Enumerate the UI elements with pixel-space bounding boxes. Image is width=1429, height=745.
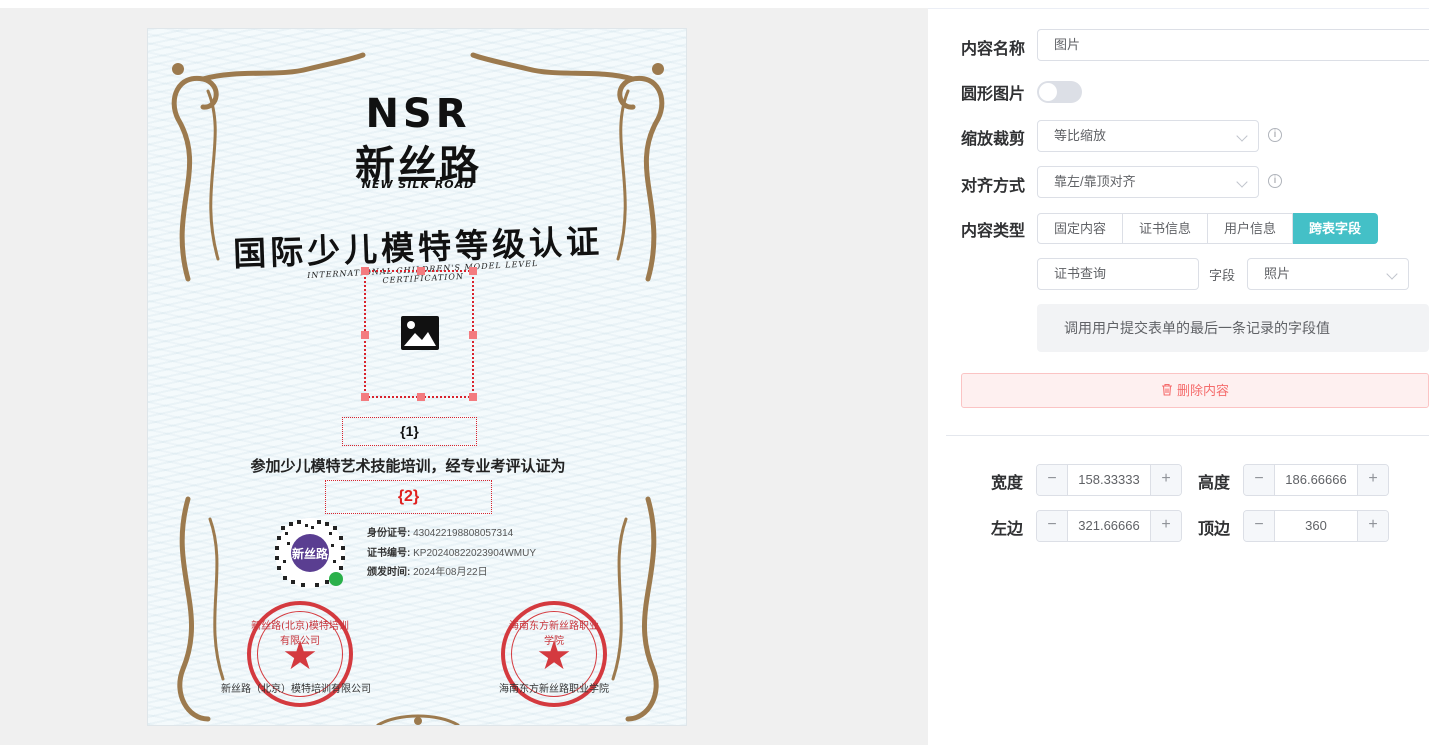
resize-handle-ml[interactable]: [361, 331, 369, 339]
field-select[interactable]: 照片: [1247, 258, 1409, 290]
height-stepper: − 186.66666 +: [1243, 464, 1389, 496]
resize-handle-bm[interactable]: [417, 393, 425, 401]
height-increment-button[interactable]: +: [1357, 465, 1388, 495]
left-label: 左边: [991, 519, 1024, 538]
top-input[interactable]: 360: [1275, 511, 1357, 541]
content-type-cert-info[interactable]: 证书信息: [1123, 213, 1209, 244]
width-input[interactable]: 158.33333: [1068, 465, 1150, 495]
seal-star-icon: ★: [536, 634, 572, 678]
cert-number-line: 证书编号: KP20240822023904WMUY: [367, 544, 536, 559]
info-icon[interactable]: i: [1268, 174, 1282, 188]
width-label: 宽度: [991, 473, 1024, 492]
height-label: 高度: [1198, 473, 1231, 492]
logo-subtitle: NEW SILK ROAD: [361, 178, 475, 191]
seal-star-icon: ★: [282, 634, 318, 678]
resize-handle-br[interactable]: [469, 393, 477, 401]
align-label: 对齐方式: [961, 176, 1026, 195]
content-name-label: 内容名称: [961, 39, 1026, 58]
top-stepper: − 360 +: [1243, 510, 1389, 542]
canvas-area: NSR 新丝路 NEW SILK ROAD 国际少儿模特等级认证 INTERNA…: [0, 0, 928, 745]
align-select[interactable]: 靠左/靠顶对齐: [1037, 166, 1259, 198]
id-number-value: 430422198808057314: [413, 528, 514, 539]
resize-handle-tl[interactable]: [361, 267, 369, 275]
photo-placeholder-selected[interactable]: [361, 267, 477, 401]
content-type-label: 内容类型: [961, 221, 1026, 240]
id-number-label: 身份证号:: [367, 528, 411, 539]
width-decrement-button[interactable]: −: [1037, 465, 1068, 495]
delete-content-button[interactable]: 删除内容: [961, 373, 1429, 408]
seal-caption-beijing: 新丝路（北京）模特培训有限公司: [221, 684, 371, 695]
height-input[interactable]: 186.66666: [1275, 465, 1357, 495]
chevron-down-icon: [1386, 268, 1398, 280]
left-decrement-button[interactable]: −: [1037, 511, 1068, 541]
chevron-down-icon: [1236, 130, 1248, 142]
cert-number-label: 证书编号:: [367, 548, 411, 559]
section-divider: [946, 435, 1429, 436]
issue-date-line: 颁发时间: 2024年08月22日: [367, 563, 488, 578]
canvas-top-strip: [0, 0, 928, 8]
properties-panel: 内容名称 图片 圆形图片 缩放裁剪 等比缩放 i 对齐方式 靠左/靠顶对齐 i …: [928, 0, 1429, 745]
field-label: 字段: [1209, 268, 1236, 283]
resize-handle-tm[interactable]: [417, 267, 425, 275]
left-stepper: − 321.66666 +: [1036, 510, 1182, 542]
logo-nsr: NSR: [365, 91, 471, 137]
top-label: 顶边: [1198, 519, 1231, 538]
placeholder-field-2[interactable]: {2}: [325, 480, 492, 514]
toggle-knob: [1039, 83, 1057, 101]
round-image-label: 圆形图片: [961, 84, 1026, 103]
round-image-toggle[interactable]: [1037, 81, 1082, 103]
chevron-down-icon: [1236, 176, 1248, 188]
content-type-group: 固定内容 证书信息 用户信息 跨表字段: [1037, 213, 1379, 244]
svg-text:新丝路: 新丝路: [292, 546, 329, 561]
content-name-input[interactable]: 图片: [1037, 29, 1429, 61]
content-type-fixed[interactable]: 固定内容: [1037, 213, 1124, 244]
resize-handle-mr[interactable]: [469, 331, 477, 339]
id-number-line: 身份证号: 430422198808057314: [367, 524, 513, 539]
height-decrement-button[interactable]: −: [1244, 465, 1275, 495]
top-decrement-button[interactable]: −: [1244, 511, 1275, 541]
scale-crop-value: 等比缩放: [1054, 128, 1107, 143]
content-type-cross-table[interactable]: 跨表字段: [1293, 213, 1379, 244]
certificate-body-text: 参加少儿模特艺术技能培训，经专业考评认证为: [250, 458, 566, 475]
left-increment-button[interactable]: +: [1150, 511, 1181, 541]
top-increment-button[interactable]: +: [1357, 511, 1388, 541]
scale-crop-label: 缩放裁剪: [961, 129, 1026, 148]
resize-handle-bl[interactable]: [361, 393, 369, 401]
delete-content-label: 删除内容: [1176, 383, 1229, 398]
content-type-user-info[interactable]: 用户信息: [1208, 213, 1294, 244]
cert-number-value: KP20240822023904WMUY: [413, 548, 536, 559]
panel-top-divider: [928, 8, 1429, 9]
width-stepper: − 158.33333 +: [1036, 464, 1182, 496]
align-value: 靠左/靠顶对齐: [1054, 174, 1136, 189]
width-increment-button[interactable]: +: [1150, 465, 1181, 495]
form-select-input[interactable]: 证书查询: [1037, 258, 1199, 290]
placeholder-field-1[interactable]: {1}: [342, 417, 477, 446]
scale-crop-select[interactable]: 等比缩放: [1037, 120, 1259, 152]
certificate-canvas: NSR 新丝路 NEW SILK ROAD 国际少儿模特等级认证 INTERNA…: [147, 28, 687, 726]
info-icon[interactable]: i: [1268, 128, 1282, 142]
miniprogram-qr-code: 新丝路: [275, 518, 345, 588]
issue-date-value: 2024年08月22日: [413, 567, 488, 578]
seal-caption-hainan: 海南东方新丝路职业学院: [499, 684, 609, 695]
left-input[interactable]: 321.66666: [1068, 511, 1150, 541]
issue-date-label: 颁发时间:: [367, 567, 411, 578]
image-icon: [401, 316, 439, 350]
trash-icon: [1161, 383, 1172, 396]
field-hint: 调用用户提交表单的最后一条记录的字段值: [1037, 304, 1429, 352]
resize-handle-tr[interactable]: [469, 267, 477, 275]
field-value: 照片: [1264, 266, 1291, 281]
